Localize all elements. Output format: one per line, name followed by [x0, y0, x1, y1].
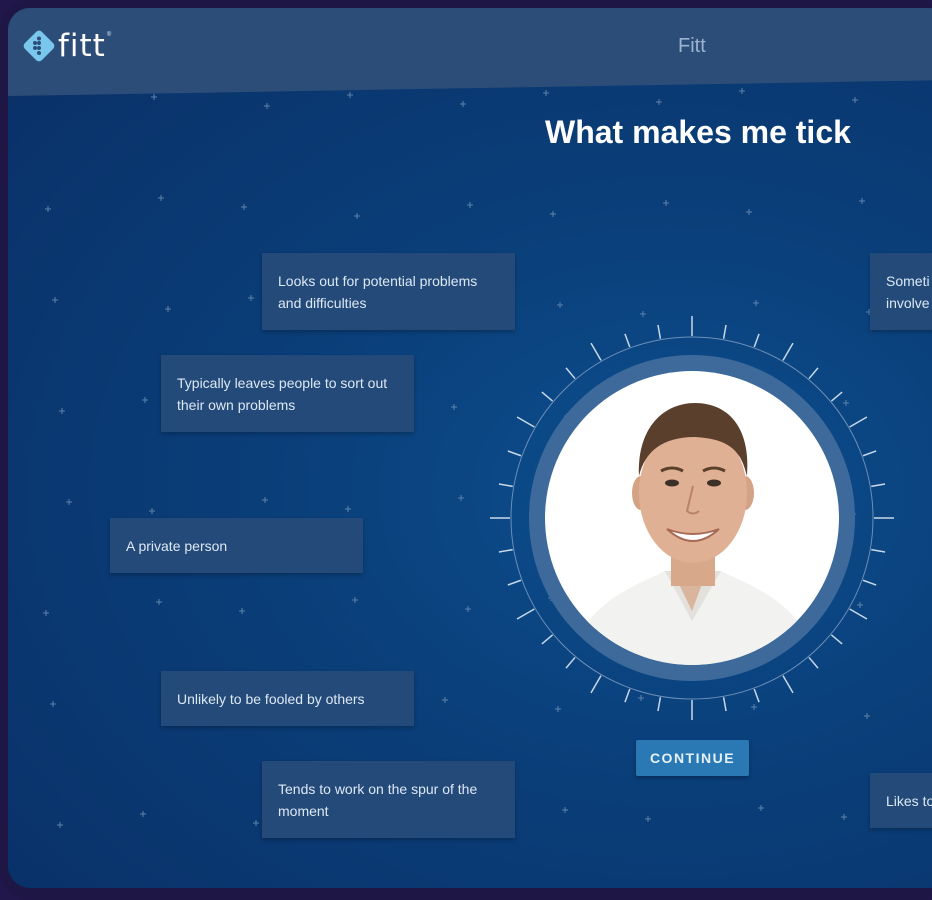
- app-screen: fitt ® Fitt What makes me tick Looks out…: [8, 8, 932, 888]
- continue-button[interactable]: CONTINUE: [636, 740, 749, 776]
- profile-photo: [545, 371, 839, 665]
- person-portrait: [545, 371, 839, 665]
